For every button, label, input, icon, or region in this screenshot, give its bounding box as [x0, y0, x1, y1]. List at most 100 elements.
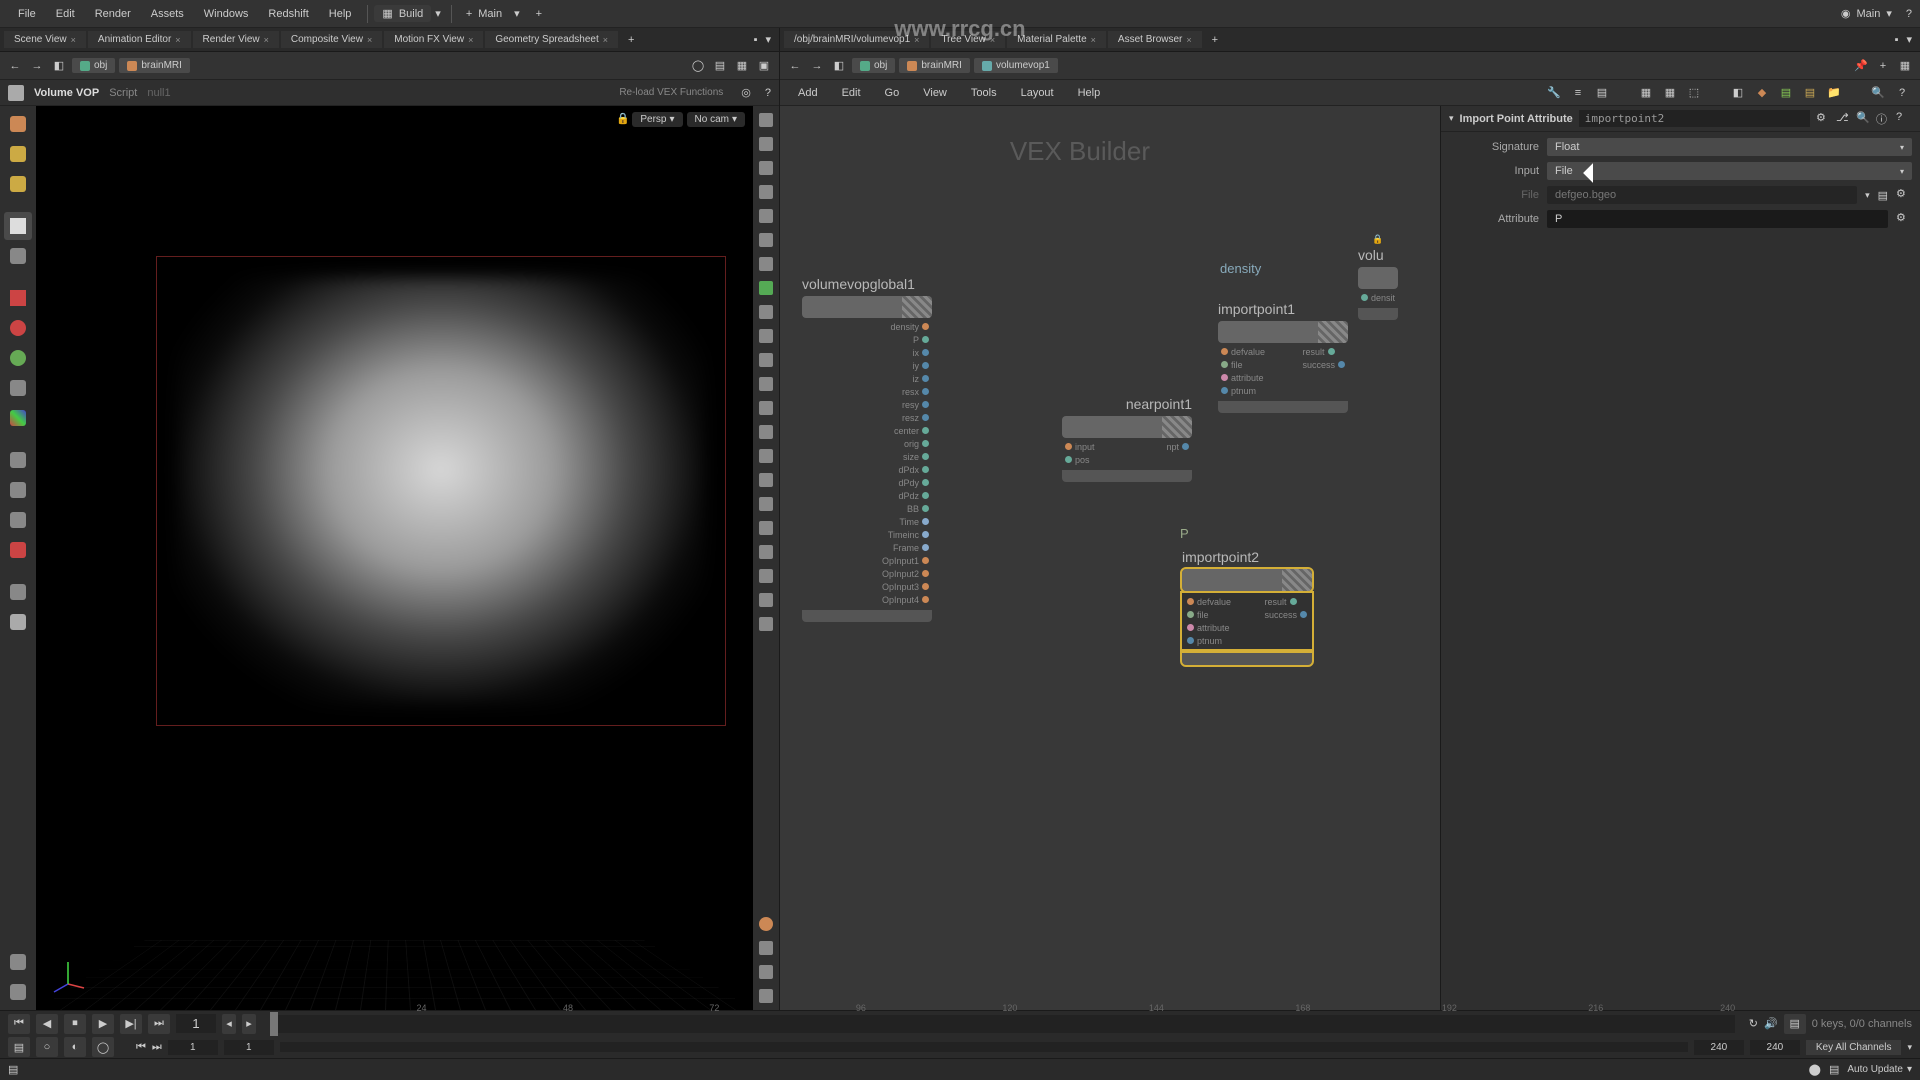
nav-back-icon[interactable]: ← [6, 57, 24, 75]
menu-render[interactable]: Render [85, 8, 141, 20]
pane-menu-icon[interactable]: ▪ [750, 34, 762, 46]
menu-help[interactable]: Help [319, 8, 362, 20]
rtool-1[interactable] [756, 110, 776, 130]
nav-fwd-icon[interactable]: → [808, 57, 826, 75]
tab-asset-browser[interactable]: Asset Browser× [1108, 31, 1202, 48]
port-dot[interactable] [1187, 637, 1194, 644]
filter-icon[interactable]: ⎇ [1836, 111, 1852, 127]
port-dot[interactable] [922, 557, 929, 564]
tool-snap-red[interactable] [4, 284, 32, 312]
goto-start-button[interactable]: ⏮ [8, 1014, 30, 1034]
tool-move[interactable] [4, 446, 32, 474]
help-icon[interactable]: ? [765, 87, 771, 99]
timeline-track[interactable]: 24 48 72 96 120 144 168 192 216 240 [270, 1015, 1735, 1033]
close-icon[interactable]: × [914, 35, 919, 45]
attribute-input[interactable]: P [1547, 210, 1888, 228]
rtool-4[interactable] [756, 182, 776, 202]
port-dot[interactable] [1221, 361, 1228, 368]
file-input[interactable]: defgeo.bgeo [1547, 186, 1857, 204]
port-dot[interactable] [922, 388, 929, 395]
tool-snap-point[interactable] [4, 314, 32, 342]
radial-menu-selector[interactable]: ◉ Main ▾ ? [1841, 7, 1912, 20]
tab-add-button[interactable]: + [1204, 31, 1226, 49]
rtool-3[interactable] [756, 158, 776, 178]
shelf-add-icon[interactable]: + [536, 8, 542, 20]
close-icon[interactable]: × [367, 35, 372, 45]
close-icon[interactable]: × [1186, 35, 1191, 45]
tab-scene-view[interactable]: Scene View× [4, 31, 86, 48]
tool-display-opts[interactable] [4, 978, 32, 1006]
rtool-11[interactable] [756, 350, 776, 370]
nav-back-icon[interactable]: ← [786, 57, 804, 75]
node-importpoint2[interactable]: importpoint2 defvalue file attribute ptn… [1182, 549, 1312, 665]
close-icon[interactable]: × [1091, 35, 1096, 45]
rtool-7[interactable] [756, 254, 776, 274]
rtool-9[interactable] [756, 302, 776, 322]
path-obj[interactable]: obj [72, 58, 115, 73]
tab-network-path[interactable]: /obj/brainMRI/volumevop1× [784, 31, 929, 48]
port-dot[interactable] [1187, 598, 1194, 605]
ntool-4[interactable]: ▦ [1636, 83, 1656, 103]
ntool-search[interactable]: 🔍 [1868, 83, 1888, 103]
node-body[interactable] [1062, 416, 1192, 438]
status-icon-1[interactable]: ▤ [8, 1063, 18, 1076]
menu-file[interactable]: File [8, 8, 46, 20]
port-dot[interactable] [1290, 598, 1297, 605]
port-dot[interactable] [922, 544, 929, 551]
node-menu-go[interactable]: Go [875, 87, 910, 99]
port-dot[interactable] [1065, 443, 1072, 450]
vp-lock-icon[interactable]: 🔒 [616, 112, 628, 124]
split-icon[interactable]: ▣ [755, 57, 773, 75]
port-dot[interactable] [922, 518, 929, 525]
signature-dropdown[interactable]: Float ▾ [1547, 138, 1912, 156]
step-fwd-button[interactable]: ▶| [120, 1014, 142, 1034]
shelf-selector[interactable]: + Main [458, 6, 510, 22]
desktop-selector[interactable]: ▦ Build [374, 5, 431, 22]
audio-icon[interactable]: 🔊 [1764, 1017, 1778, 1030]
rtool-a[interactable] [756, 938, 776, 958]
range-opt-4[interactable]: ◯ [92, 1037, 114, 1057]
range-next-button[interactable]: ⏭ [152, 1041, 162, 1054]
tool-rotate[interactable] [4, 476, 32, 504]
node-nearpoint1[interactable]: nearpoint1 input pos npt [1062, 396, 1192, 482]
key-all-dropdown-icon[interactable]: ▾ [1907, 1042, 1912, 1053]
node-body[interactable] [1358, 267, 1398, 289]
next-key-button[interactable]: ▸ [242, 1014, 256, 1034]
port-dot[interactable] [922, 492, 929, 499]
menu-assets[interactable]: Assets [141, 8, 194, 20]
camera-icon[interactable]: ▦ [733, 57, 751, 75]
pane-expand-icon[interactable]: ▾ [761, 33, 775, 46]
nav-misc-icon[interactable]: ◧ [830, 57, 848, 75]
ntool-help[interactable]: ? [1892, 83, 1912, 103]
close-icon[interactable]: × [990, 35, 995, 45]
key-all-channels-button[interactable]: Key All Channels [1806, 1040, 1902, 1055]
port-dot[interactable] [922, 375, 929, 382]
tab-motion-fx[interactable]: Motion FX View× [384, 31, 483, 48]
node-body[interactable] [802, 296, 932, 318]
nav-misc-icon[interactable]: ◧ [50, 57, 68, 75]
tab-composite-view[interactable]: Composite View× [281, 31, 382, 48]
stop-button[interactable]: ⏹ [64, 1014, 86, 1034]
port-dot[interactable] [922, 440, 929, 447]
gear-icon[interactable]: ⚙ [1896, 211, 1912, 227]
persp-chip[interactable]: Persp▾ [632, 112, 682, 127]
pin-icon[interactable]: 📌 [1852, 57, 1870, 75]
desktop-dropdown-icon[interactable]: ▾ [435, 7, 441, 20]
search-icon[interactable]: 🔍 [1856, 111, 1872, 127]
port-dot[interactable] [1221, 374, 1228, 381]
port-dot[interactable] [1300, 611, 1307, 618]
rtool-17[interactable] [756, 494, 776, 514]
rtool-20[interactable] [756, 566, 776, 586]
rtool-6[interactable] [756, 230, 776, 250]
close-icon[interactable]: × [71, 35, 76, 45]
prev-key-button[interactable]: ◂ [222, 1014, 236, 1034]
node-body[interactable] [1218, 321, 1348, 343]
rtool-2[interactable] [756, 134, 776, 154]
loop-icon[interactable]: ↻ [1749, 1017, 1758, 1030]
port-dot[interactable] [922, 323, 929, 330]
path-brainmri[interactable]: brainMRI [899, 58, 970, 73]
shelf-dropdown-icon[interactable]: ▾ [514, 7, 520, 20]
range-opt-1[interactable]: ▤ [8, 1037, 30, 1057]
node-menu-edit[interactable]: Edit [832, 87, 871, 99]
tool-snapshot[interactable] [4, 608, 32, 636]
